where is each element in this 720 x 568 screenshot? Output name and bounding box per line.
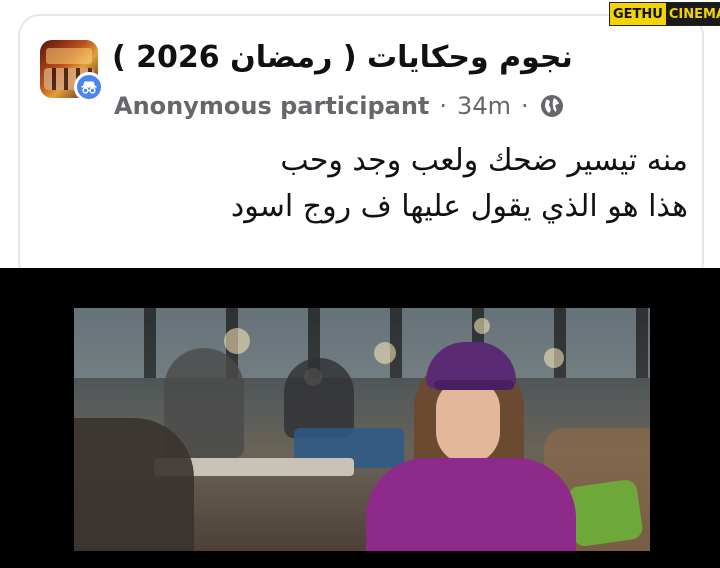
watermark-left: GETHU	[610, 3, 666, 25]
woman-face	[436, 380, 500, 464]
bokeh-light	[474, 318, 490, 334]
post-meta: Anonymous participant · 34m ·	[114, 88, 565, 124]
author-name[interactable]: Anonymous participant	[114, 92, 429, 120]
purple-cap-brim	[434, 380, 514, 390]
green-pillow	[566, 478, 644, 548]
anonymous-badge-icon	[74, 72, 104, 102]
watermark-right: CINEMA	[665, 3, 720, 25]
globe-icon[interactable]	[539, 93, 565, 119]
background-windows	[74, 308, 650, 378]
post-text-line-2: هذا هو الذي يقول عليها ف روج اسود	[230, 189, 688, 224]
meta-separator-2: ·	[520, 92, 529, 120]
group-name[interactable]: نجوم وحكايات ( رمضان 2026 )	[112, 38, 582, 78]
bokeh-light	[374, 342, 396, 364]
watermark-logo: GETHU CINEMA	[609, 2, 720, 26]
purple-shirt	[366, 458, 576, 551]
video-still[interactable]	[74, 308, 650, 551]
bokeh-light	[224, 328, 250, 354]
post-time[interactable]: 34m	[457, 92, 511, 120]
bokeh-light	[544, 348, 564, 368]
video-player[interactable]	[0, 268, 720, 568]
avatar-poster-title	[46, 48, 92, 64]
post-text-line-1: منه تيسير ضحك ولعب وجد وحب	[280, 143, 688, 178]
post-card: نجوم وحكايات ( رمضان 2026 ) Anonymous pa…	[0, 0, 720, 284]
post-text: منه تيسير ضحك ولعب وجد وحب هذا هو الذي ي…	[48, 138, 688, 230]
background-person	[284, 358, 354, 438]
foreground-person	[74, 418, 194, 551]
meta-separator: ·	[439, 92, 448, 120]
